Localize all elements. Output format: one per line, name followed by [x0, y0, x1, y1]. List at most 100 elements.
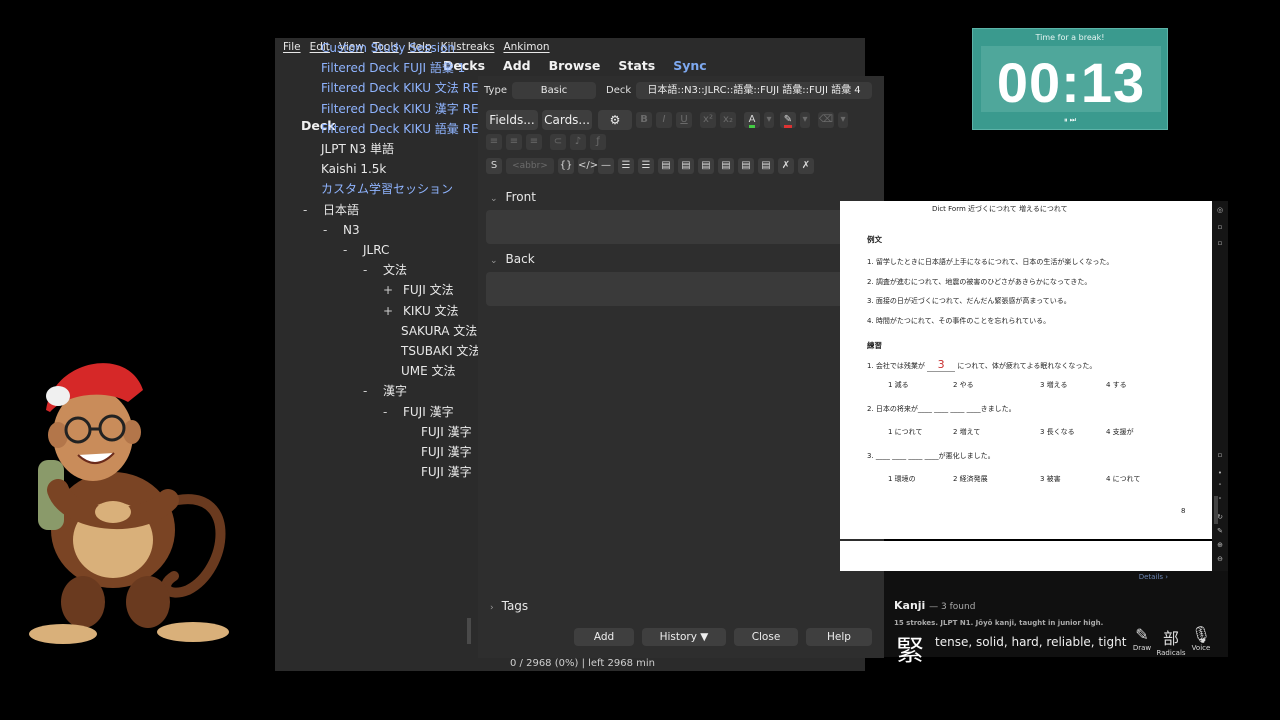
deck-item[interactable]: - 日本語: [303, 200, 359, 220]
toolbar-browse[interactable]: Browse: [549, 58, 601, 73]
italic-icon[interactable]: I: [656, 112, 672, 128]
strikethrough-icon[interactable]: S: [486, 158, 502, 174]
indent-icon[interactable]: ▤: [678, 158, 694, 174]
underline-icon[interactable]: U: [676, 112, 692, 128]
menu-ankimon[interactable]: Ankimon: [503, 38, 549, 56]
notetype-selector[interactable]: Basic: [512, 82, 596, 99]
deck-item[interactable]: SAKURA 文法: [401, 321, 477, 341]
deck-item[interactable]: + KIKU 文法: [383, 301, 459, 321]
subscript-icon[interactable]: x₂: [720, 112, 736, 128]
deck-item[interactable]: Filtered Deck FUJI 語彙 1: [321, 58, 465, 78]
collapse-icon[interactable]: -: [383, 402, 403, 422]
align-center-icon[interactable]: ▤: [698, 158, 714, 174]
menu-file[interactable]: File: [283, 38, 301, 56]
deck-item[interactable]: JLPT N3 単語: [321, 139, 394, 159]
details-link[interactable]: Details ›: [1139, 573, 1168, 581]
zoom-out-icon[interactable]: ⊖: [1215, 555, 1225, 563]
expand-icon[interactable]: +: [383, 301, 403, 321]
deck-item[interactable]: + FUJI 文法: [383, 280, 454, 300]
deck-selector[interactable]: 日本語::N3::JLRC::語彙::FUJI 語彙::FUJI 語彙 4: [636, 82, 872, 99]
collapse-icon[interactable]: -: [363, 260, 383, 280]
deck-item[interactable]: FUJI 漢字: [421, 422, 472, 442]
chevron-down-icon[interactable]: ▾: [764, 112, 774, 128]
viewer-scrollbar[interactable]: [1214, 496, 1218, 524]
expand-icon[interactable]: +: [383, 280, 403, 300]
outdent-icon[interactable]: ▤: [658, 158, 674, 174]
front-field-input[interactable]: [486, 210, 878, 244]
back-field-label[interactable]: ⌄ Back: [490, 252, 535, 266]
attach-icon[interactable]: ⊂: [550, 134, 566, 150]
collapse-icon[interactable]: -: [363, 381, 383, 401]
bold-icon[interactable]: B: [636, 112, 652, 128]
help-button[interactable]: Help: [806, 628, 872, 646]
text-color-icon[interactable]: A: [744, 112, 760, 128]
deck-item[interactable]: Filtered Deck KIKU 漢字 RED: [321, 99, 488, 119]
bookmark-icon[interactable]: ▫: [1215, 223, 1225, 231]
formula-icon[interactable]: ƒ: [590, 134, 606, 150]
braces-icon[interactable]: {}: [558, 158, 574, 174]
toolbar-stats[interactable]: Stats: [618, 58, 655, 73]
abbr-button[interactable]: <abbr>: [506, 158, 554, 174]
collapse-icon[interactable]: -: [323, 220, 343, 240]
chevron-down-icon[interactable]: ▾: [838, 112, 848, 128]
front-field-label[interactable]: ⌄ Front: [490, 190, 536, 204]
back-field-input[interactable]: [486, 272, 878, 306]
collapse-icon[interactable]: -: [343, 240, 363, 260]
deck-item[interactable]: Kaishi 1.5k: [321, 159, 386, 179]
history-button[interactable]: History ▼: [642, 628, 726, 646]
deck-item[interactable]: FUJI 漢字: [421, 462, 472, 482]
numbered-list-icon[interactable]: ≡: [506, 134, 522, 150]
deck-list-scrollbar[interactable]: [467, 618, 471, 644]
voice-button[interactable]: 🎙 Voice: [1186, 625, 1216, 652]
deck-item-label: TSUBAKI 文法: [401, 344, 481, 358]
timer-controls[interactable]: ⏸ ⏭: [973, 116, 1167, 125]
radicals-button[interactable]: 部 Radicals: [1156, 625, 1186, 657]
chevron-down-icon[interactable]: ▾: [800, 112, 810, 128]
remove-format-icon[interactable]: ✗: [798, 158, 814, 174]
cards-button[interactable]: Cards...: [542, 110, 592, 130]
deck-item[interactable]: Filtered Deck KIKU 語彙 RED: [321, 119, 488, 139]
options-gear-icon[interactable]: ⚙: [598, 110, 632, 130]
align-icon[interactable]: ≡: [526, 134, 542, 150]
clear-format-icon[interactable]: ✗: [778, 158, 794, 174]
deck-item[interactable]: UME 文法: [401, 361, 456, 381]
deck-item[interactable]: TSUBAKI 文法: [401, 341, 480, 361]
align-right-icon[interactable]: ▤: [738, 158, 754, 174]
tags-section[interactable]: › Tags: [490, 599, 528, 613]
microphone-icon[interactable]: ♪: [570, 134, 586, 150]
justify-icon[interactable]: ▤: [758, 158, 774, 174]
eraser-icon[interactable]: ⌫: [818, 112, 834, 128]
horizontal-rule-icon[interactable]: —: [598, 158, 614, 174]
add-button[interactable]: Add: [574, 628, 634, 646]
code-icon[interactable]: </>: [578, 158, 598, 174]
close-button[interactable]: Close: [734, 628, 798, 646]
highlight-color-icon[interactable]: ✎: [780, 112, 796, 128]
superscript-icon[interactable]: x²: [700, 112, 716, 128]
deck-item[interactable]: カスタム学習セッション: [321, 179, 453, 199]
view-icon[interactable]: ◎: [1215, 206, 1225, 214]
deck-item[interactable]: - FUJI 漢字: [383, 402, 454, 422]
draw-button[interactable]: ✎ Draw: [1127, 625, 1157, 652]
fields-button[interactable]: Fields...: [486, 110, 538, 130]
page-indicator-icon[interactable]: ▫: [1215, 451, 1225, 459]
copy-icon[interactable]: ▫: [1215, 239, 1225, 247]
toolbar-add[interactable]: Add: [503, 58, 531, 73]
deck-item[interactable]: Filtered Deck KIKU 文法 RED: [321, 78, 488, 98]
bullet-list-icon[interactable]: ≡: [486, 134, 502, 150]
collapse-icon[interactable]: -: [303, 200, 323, 220]
chevron-up-icon[interactable]: ˄: [1215, 483, 1225, 491]
deck-item[interactable]: - 漢字: [363, 381, 407, 401]
list-icon[interactable]: ☰: [618, 158, 634, 174]
zoom-in-icon[interactable]: ⊕: [1215, 541, 1225, 549]
align-left-icon[interactable]: ▤: [718, 158, 734, 174]
deck-item[interactable]: Custom Study Session: [321, 38, 455, 58]
ordered-list-icon[interactable]: ☰: [638, 158, 654, 174]
deck-item[interactable]: - 文法: [363, 260, 407, 280]
kanji-glyph[interactable]: 緊: [896, 629, 924, 669]
next-page-preview: [840, 541, 1212, 571]
edit-icon[interactable]: ✎: [1215, 527, 1225, 535]
deck-item[interactable]: - JLRC: [343, 240, 389, 260]
deck-item[interactable]: FUJI 漢字: [421, 442, 472, 462]
deck-item[interactable]: - N3: [323, 220, 360, 240]
toolbar-sync[interactable]: Sync: [673, 58, 706, 73]
